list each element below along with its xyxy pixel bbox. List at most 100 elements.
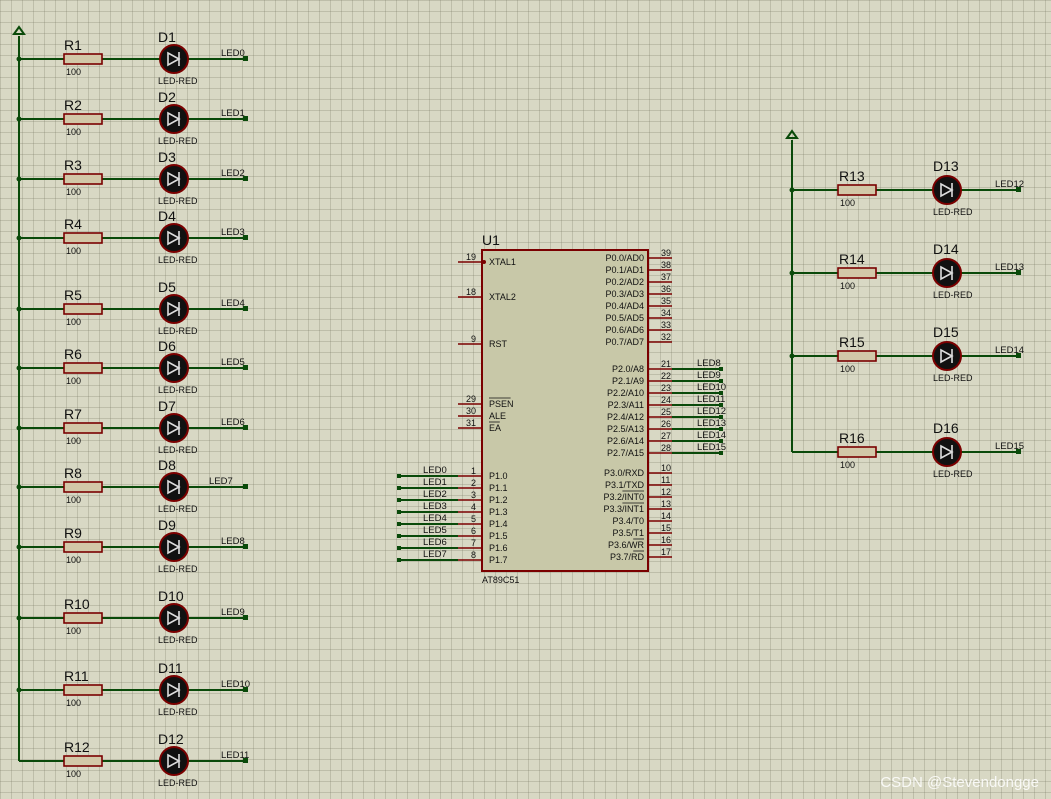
chip-pin-name: P0.6/AD6 (605, 325, 644, 335)
led-model-label: LED-RED (158, 326, 198, 336)
component-layer: R1 100 D1 LED-RED LED0 R2 100 D2 LED-RED LED1 R3 10… (12, 25, 1024, 788)
led-model-label: LED-RED (933, 469, 973, 479)
net-label: LED4 (423, 513, 447, 524)
right-junction-dot (789, 353, 795, 359)
resistor-r3 (63, 173, 103, 185)
chip-pin-name: P2.6/A14 (607, 436, 644, 446)
right-power-terminal (785, 129, 799, 139)
chip-pin-name: P2.4/A12 (607, 412, 644, 422)
net-terminal (397, 534, 401, 538)
left-junction-dot (16, 235, 22, 241)
chip-pin-number: 15 (661, 523, 671, 533)
led-model-label: LED-RED (933, 373, 973, 383)
led-ref-label: D14 (933, 241, 959, 257)
chip-pin-number: 26 (661, 419, 671, 429)
chip-pin-name: P3.6/WR (608, 540, 645, 550)
net-terminal (243, 484, 248, 489)
resistor-r6 (63, 362, 103, 374)
net-terminal (397, 546, 401, 550)
net-label: LED8 (697, 358, 721, 369)
left-junction-dot (16, 484, 22, 490)
resistor-ref-label: R6 (64, 346, 82, 362)
led-model-label: LED-RED (158, 778, 198, 788)
led-d7-body (159, 413, 189, 443)
led-ref-label: D2 (158, 89, 176, 105)
led-d10-body (159, 603, 189, 633)
led-d6 (159, 353, 189, 383)
resistor-r2 (63, 113, 103, 125)
resistor-value-label: 100 (840, 198, 855, 208)
led-d14-body (932, 258, 962, 288)
net-label: LED12 (697, 406, 726, 417)
resistor-ref-label: R14 (839, 251, 865, 267)
led-d3-body (159, 164, 189, 194)
chip-pin-number: 29 (466, 394, 476, 404)
net-label: LED1 (221, 108, 245, 119)
resistor-r4 (63, 232, 103, 244)
chip-pin-number: 1 (471, 466, 476, 476)
led-ref-label: D12 (158, 731, 184, 747)
led-ref-label: D5 (158, 279, 176, 295)
resistor-r7 (63, 422, 103, 434)
led-ref-label: D8 (158, 457, 176, 473)
net-label: LED0 (221, 48, 245, 59)
resistor-r5 (63, 303, 103, 315)
net-label: LED4 (221, 298, 245, 309)
chip-pin-number: 37 (661, 272, 671, 282)
resistor-ref-label: R5 (64, 287, 82, 303)
chip-pin-number: 10 (661, 463, 671, 473)
chip-pin-number: 16 (661, 535, 671, 545)
chip-pin-name: P2.7/A15 (607, 448, 644, 458)
resistor-value-label: 100 (66, 317, 81, 327)
resistor-ref-label: R12 (64, 739, 90, 755)
chip-pin-name: PSEN (489, 399, 514, 409)
resistor-ref-label: R3 (64, 157, 82, 173)
resistor-value-label: 100 (66, 555, 81, 565)
left-junction-dot (16, 176, 22, 182)
net-label: LED8 (221, 536, 245, 547)
left-junction-dot (16, 365, 22, 371)
chip-pin-number: 25 (661, 407, 671, 417)
chip-pin-number: 17 (661, 547, 671, 557)
led-d1-body (159, 44, 189, 74)
led-d4 (159, 223, 189, 253)
net-label: LED3 (221, 227, 245, 238)
chip-pin-name: XTAL2 (489, 292, 516, 302)
led-d4-body (159, 223, 189, 253)
chip-pin-name: P1.5 (489, 531, 508, 541)
chip-pin-name: P3.4/T0 (612, 516, 644, 526)
net-label: LED7 (209, 476, 233, 487)
chip-pin-name: P1.3 (489, 507, 508, 517)
net-label: LED10 (697, 382, 726, 393)
led-d5-body (159, 294, 189, 324)
chip-pin-name: P2.1/A9 (612, 376, 644, 386)
resistor-r16 (837, 446, 877, 458)
chip-pin-number: 12 (661, 487, 671, 497)
led-model-label: LED-RED (158, 385, 198, 395)
net-label: LED1 (423, 477, 447, 488)
resistor-r11 (63, 684, 103, 696)
chip-pin-number: 23 (661, 383, 671, 393)
chip-pin-number: 31 (466, 418, 476, 428)
resistor-ref-label: R2 (64, 97, 82, 113)
led-d1 (159, 44, 189, 74)
chip-pin-name: P1.7 (489, 555, 508, 565)
net-label: LED14 (697, 430, 726, 441)
left-junction-dot (16, 56, 22, 62)
chip-pin-name: P1.0 (489, 471, 508, 481)
net-label: LED6 (423, 537, 447, 548)
net-label: LED10 (221, 679, 250, 690)
net-label: LED15 (995, 441, 1024, 452)
chip-pin-name: P3.1/TXD (605, 480, 645, 490)
led-model-label: LED-RED (158, 76, 198, 86)
chip-pin-name: XTAL1 (489, 257, 516, 267)
right-junction-dot (789, 187, 795, 193)
left-junction-dot (16, 425, 22, 431)
chip-pin-name: P3.5/T1 (612, 528, 644, 538)
resistor-value-label: 100 (66, 246, 81, 256)
chip-pin-number: 28 (661, 443, 671, 453)
chip-pin-name: P3.0/RXD (604, 468, 645, 478)
resistor-value-label: 100 (66, 67, 81, 77)
chip-pin-name: EA (489, 423, 501, 433)
chip-pin-name: P2.0/A8 (612, 364, 644, 374)
